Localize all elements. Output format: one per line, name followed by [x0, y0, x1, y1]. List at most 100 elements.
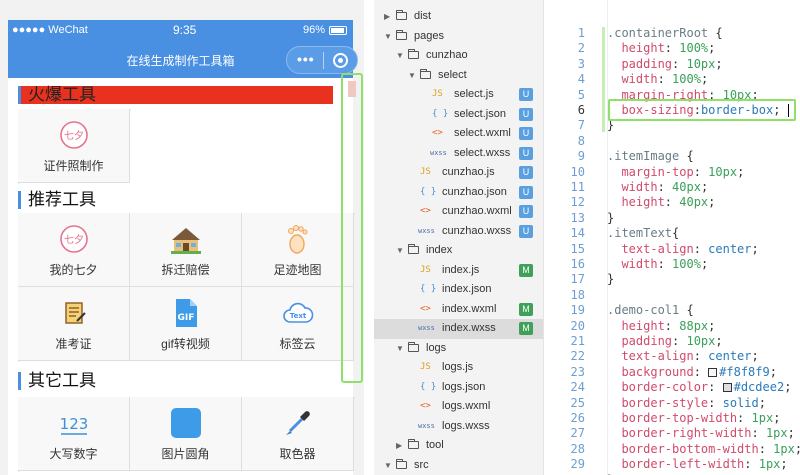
code-line[interactable]: border-left-width: 1px;	[607, 457, 787, 471]
code-line[interactable]: height: 40px;	[607, 195, 715, 209]
code-token: .containerRoot	[607, 26, 716, 40]
code-token: :	[751, 426, 766, 441]
git-status-badge: U	[519, 224, 533, 238]
tool-qixi[interactable]: 七夕 证件照制作	[18, 109, 130, 183]
file-name: cunzhao.json	[442, 185, 507, 198]
folder-icon	[408, 341, 419, 352]
chevron-right-icon[interactable]: ▶	[384, 7, 390, 26]
code-token: ;	[708, 318, 716, 333]
close-miniprogram-icon[interactable]	[333, 53, 348, 68]
wxml-file-icon: <>	[420, 303, 431, 314]
tool-ticket[interactable]: 准考证	[18, 287, 130, 361]
tool-label: 取色器	[279, 447, 316, 461]
code-token: :	[758, 441, 774, 456]
tool-numbers[interactable]: 123 大写数字	[18, 397, 130, 471]
tool-label: 准考证	[55, 337, 92, 351]
code-line[interactable]: border-style: solid;	[607, 396, 766, 410]
code-token: :	[664, 318, 680, 333]
file-logs-wxml[interactable]: <> logs.wxml	[374, 397, 543, 417]
folder-tool[interactable]: ▶ tool	[374, 436, 543, 456]
line-number: 6	[577, 103, 585, 117]
code-line[interactable]: border-color: #dcdee2;	[607, 380, 791, 394]
code-editor[interactable]: 1 .containerRoot {2 height: 100%; 3 paddin…	[545, 0, 800, 475]
tool-footprint[interactable]: 足迹地图	[242, 213, 354, 287]
code-line[interactable]: margin-top: 10px;	[607, 165, 744, 179]
code-line[interactable]: text-align: center;	[607, 349, 758, 364]
code-line[interactable]: border-top-width: 1px;	[607, 411, 780, 425]
folder-pages[interactable]: ▼ pages	[374, 27, 543, 47]
tool-label: 足迹地图	[273, 263, 322, 277]
code-line[interactable]: padding: 10px;	[607, 334, 722, 348]
chevron-down-icon[interactable]: ▼	[408, 66, 416, 85]
code-token: border-right-width	[607, 426, 752, 441]
file-cunzhao-wxss[interactable]: wxss cunzhao.wxss U	[374, 222, 543, 242]
code-token: :	[657, 257, 673, 271]
tool-rounded-image[interactable]: 图片圆角	[130, 397, 242, 471]
code-token: height	[607, 41, 665, 56]
code-line[interactable]: padding: 10px;	[607, 57, 722, 71]
line-number: 5	[577, 87, 585, 102]
code-line[interactable]: .containerRoot {	[607, 26, 723, 40]
file-cunzhao-js[interactable]: JS cunzhao.js U	[374, 163, 543, 183]
line-number: 26	[570, 411, 585, 425]
folder-logs[interactable]: ▼ logs	[374, 339, 543, 359]
color-swatch[interactable]	[708, 367, 718, 377]
tool-qixi[interactable]: 七夕 我的七夕	[18, 213, 130, 287]
file-select-js[interactable]: JS select.js U	[374, 85, 543, 105]
chevron-down-icon[interactable]: ▼	[396, 241, 404, 260]
code-line[interactable]: height: 100%;	[607, 41, 715, 55]
file-logs-json[interactable]: { } logs.json	[374, 378, 543, 398]
code-token: 100%	[672, 257, 701, 271]
capsule-menu[interactable]: •••	[286, 46, 358, 74]
more-icon[interactable]: •••	[297, 51, 315, 67]
file-select-json[interactable]: { } select.json U	[374, 105, 543, 125]
chevron-right-icon[interactable]: ▶	[396, 436, 402, 455]
folder-icon	[408, 244, 419, 254]
file-index-json[interactable]: { } index.json	[374, 280, 543, 300]
tool-house[interactable]: 拆迁赔偿	[130, 213, 242, 287]
code-line[interactable]: border-right-width: 1px;	[607, 426, 794, 441]
code-line[interactable]: .demo-col1 {	[607, 303, 694, 317]
chevron-down-icon[interactable]: ▼	[384, 456, 392, 475]
file-index-js[interactable]: JS index.js M	[374, 261, 543, 281]
tool-color-picker[interactable]: 取色器	[242, 397, 354, 471]
code-line[interactable]: text-align: center;	[607, 242, 758, 256]
chevron-down-icon[interactable]: ▼	[396, 339, 404, 358]
code-token: {	[715, 26, 723, 40]
folder-src[interactable]: ▼ src	[374, 456, 543, 475]
code-token: ;	[700, 257, 709, 271]
code-line[interactable]: width: 40px;	[607, 180, 708, 194]
code-line[interactable]: border-bottom-width: 1px;	[607, 442, 800, 456]
file-index-wxss[interactable]: wxss index.wxss M	[374, 319, 543, 339]
folder-select[interactable]: ▼ select	[374, 66, 543, 86]
line-number: 20	[570, 318, 585, 333]
folder-dist[interactable]: ▶ dist	[374, 7, 543, 27]
code-line[interactable]: width: 100%;	[607, 257, 708, 271]
code-line[interactable]: .itemText{	[607, 226, 679, 240]
chevron-down-icon[interactable]: ▼	[384, 27, 392, 46]
code-token: :	[708, 395, 723, 410]
color-swatch[interactable]	[722, 383, 732, 393]
code-line[interactable]: }	[607, 211, 614, 225]
file-cunzhao-wxml[interactable]: <> cunzhao.wxml U	[374, 202, 543, 222]
code-line[interactable]: }	[607, 272, 614, 286]
code-line[interactable]: height: 88px;	[607, 319, 715, 333]
file-select-wxml[interactable]: <> select.wxml U	[374, 124, 543, 144]
file-logs-js[interactable]: JS logs.js	[374, 358, 543, 378]
code-line[interactable]: background: #f8f8f9;	[607, 365, 777, 379]
code-line[interactable]: .itemImage {	[607, 149, 694, 163]
tool-tag-cloud[interactable]: Text 标签云	[242, 287, 354, 361]
tool-gif[interactable]: GIF gif转视频	[130, 287, 242, 361]
code-line[interactable]: width: 100%;	[607, 72, 708, 86]
folder-index[interactable]: ▼ index	[374, 241, 543, 261]
chevron-down-icon[interactable]: ▼	[396, 46, 404, 65]
code-token: text-align	[607, 349, 694, 364]
scrollbar-highlight[interactable]	[341, 73, 363, 383]
file-select-wxss[interactable]: wxss select.wxss U	[374, 144, 543, 164]
file-logs-wxss[interactable]: wxss logs.wxss	[374, 417, 543, 437]
scroll-thumb[interactable]	[348, 81, 356, 97]
code-line-highlight	[608, 99, 796, 121]
folder-cunzhao[interactable]: ▼ cunzhao	[374, 46, 543, 66]
file-index-wxml[interactable]: <> index.wxml M	[374, 300, 543, 320]
file-cunzhao-json[interactable]: { } cunzhao.json U	[374, 183, 543, 203]
